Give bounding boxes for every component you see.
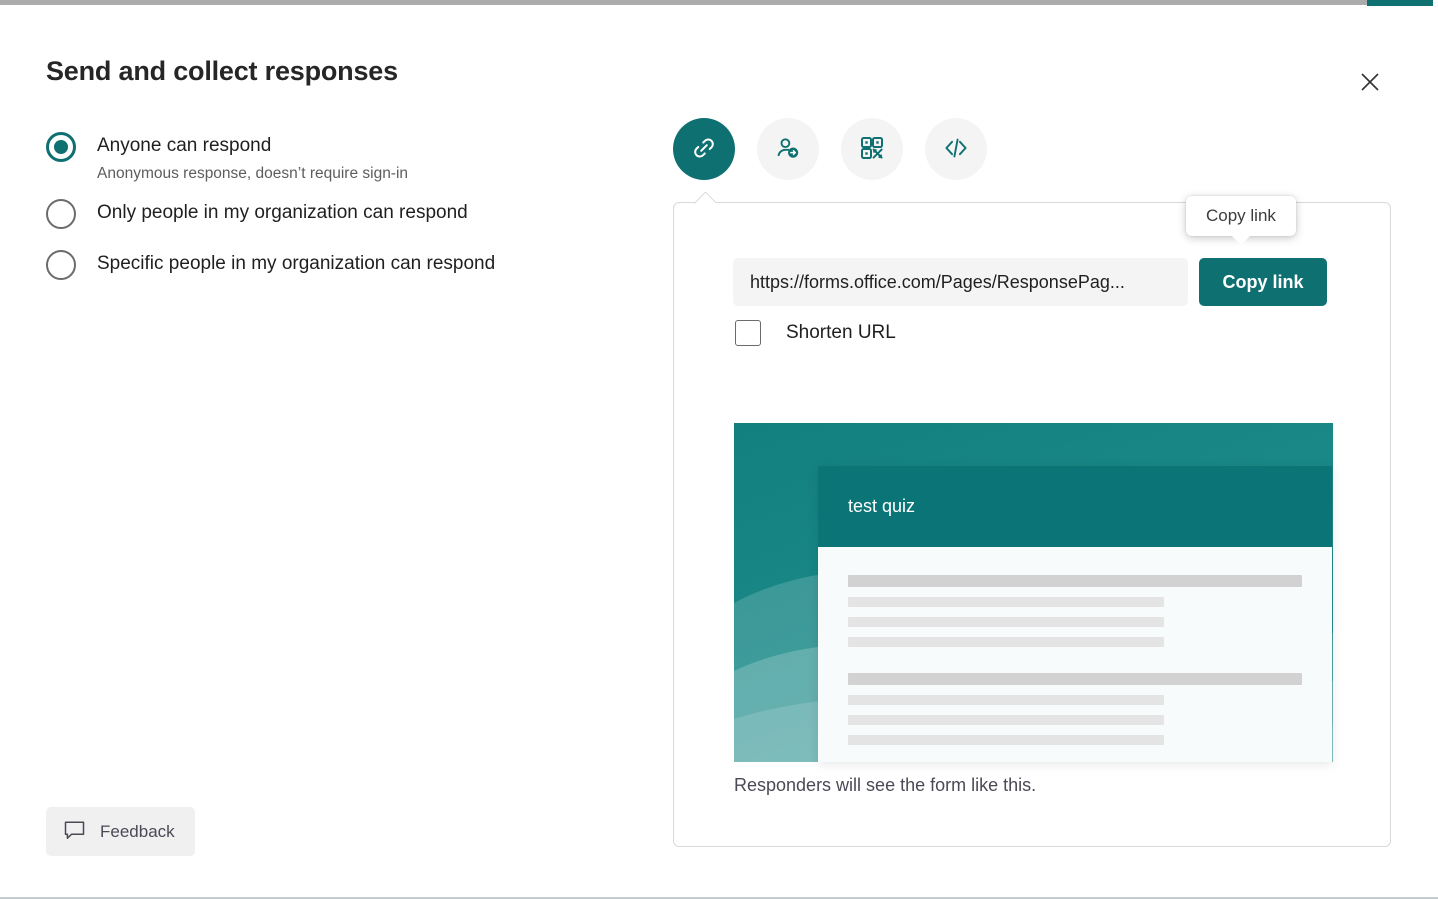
radio-indicator: [46, 132, 76, 162]
radio-option-label: Only people in my organization can respo…: [97, 202, 468, 223]
tab-invite-people[interactable]: [757, 118, 819, 180]
copy-link-button[interactable]: Copy link: [1199, 258, 1327, 306]
skeleton-option: [848, 617, 1164, 627]
feedback-button[interactable]: Feedback: [46, 807, 195, 856]
preview-form-body: [818, 547, 1332, 745]
tab-qr-code[interactable]: [841, 118, 903, 180]
radio-indicator: [46, 250, 76, 280]
shorten-url-label: Shorten URL: [786, 322, 896, 344]
radio-option-only-people-in-my-organization[interactable]: Only people in my organization can respo…: [46, 198, 626, 238]
radio-option-specific-people-in-my-organization[interactable]: Specific people in my organization can r…: [46, 249, 626, 289]
skeleton-option: [848, 695, 1164, 705]
skeleton-question-2: [848, 673, 1302, 685]
radio-option-label: Anyone can respond: [97, 135, 271, 156]
skeleton-option: [848, 735, 1164, 745]
copy-link-tooltip: Copy link: [1186, 196, 1296, 236]
skeleton-option: [848, 597, 1164, 607]
browser-chrome-strip: [0, 0, 1368, 5]
panel-pointer-notch: [694, 192, 716, 204]
tab-embed-code[interactable]: [925, 118, 987, 180]
page-title: Send and collect responses: [46, 56, 398, 87]
tab-link[interactable]: [673, 118, 735, 180]
skeleton-question-1: [848, 575, 1302, 587]
share-method-tabs: [673, 118, 987, 180]
close-button[interactable]: [1348, 62, 1392, 102]
audience-radio-group: Anyone can respond Anonymous response, d…: [46, 131, 626, 300]
radio-option-anyone-can-respond[interactable]: Anyone can respond Anonymous response, d…: [46, 131, 626, 186]
radio-option-sublabel: Anonymous response, doesn’t require sign…: [97, 161, 408, 186]
comment-icon: [63, 819, 86, 845]
link-url-row: https://forms.office.com/Pages/ResponseP…: [733, 258, 1327, 306]
preview-form-card: test quiz: [818, 466, 1332, 762]
skeleton-option: [848, 715, 1164, 725]
person-add-icon: [774, 134, 802, 165]
link-share-panel: https://forms.office.com/Pages/ResponseP…: [673, 202, 1391, 847]
qr-code-icon: [858, 134, 886, 165]
radio-option-label: Specific people in my organization can r…: [97, 253, 495, 274]
send-and-collect-responses-dialog: Send and collect responses Anyone can re…: [0, 6, 1438, 891]
form-link-input[interactable]: https://forms.office.com/Pages/ResponseP…: [733, 258, 1188, 306]
code-icon: [942, 134, 970, 165]
preview-form-title: test quiz: [848, 496, 915, 517]
link-icon: [690, 134, 718, 165]
form-preview: test quiz: [734, 423, 1333, 762]
feedback-label: Feedback: [100, 822, 175, 842]
preview-caption: Responders will see the form like this.: [734, 775, 1036, 796]
skeleton-option: [848, 637, 1164, 647]
preview-form-header: test quiz: [818, 466, 1332, 547]
close-icon: [1359, 71, 1381, 93]
skeleton-spacer: [848, 647, 1302, 673]
radio-indicator: [46, 199, 76, 229]
shorten-url-checkbox-row[interactable]: Shorten URL: [735, 320, 896, 346]
shorten-url-checkbox[interactable]: [735, 320, 761, 346]
